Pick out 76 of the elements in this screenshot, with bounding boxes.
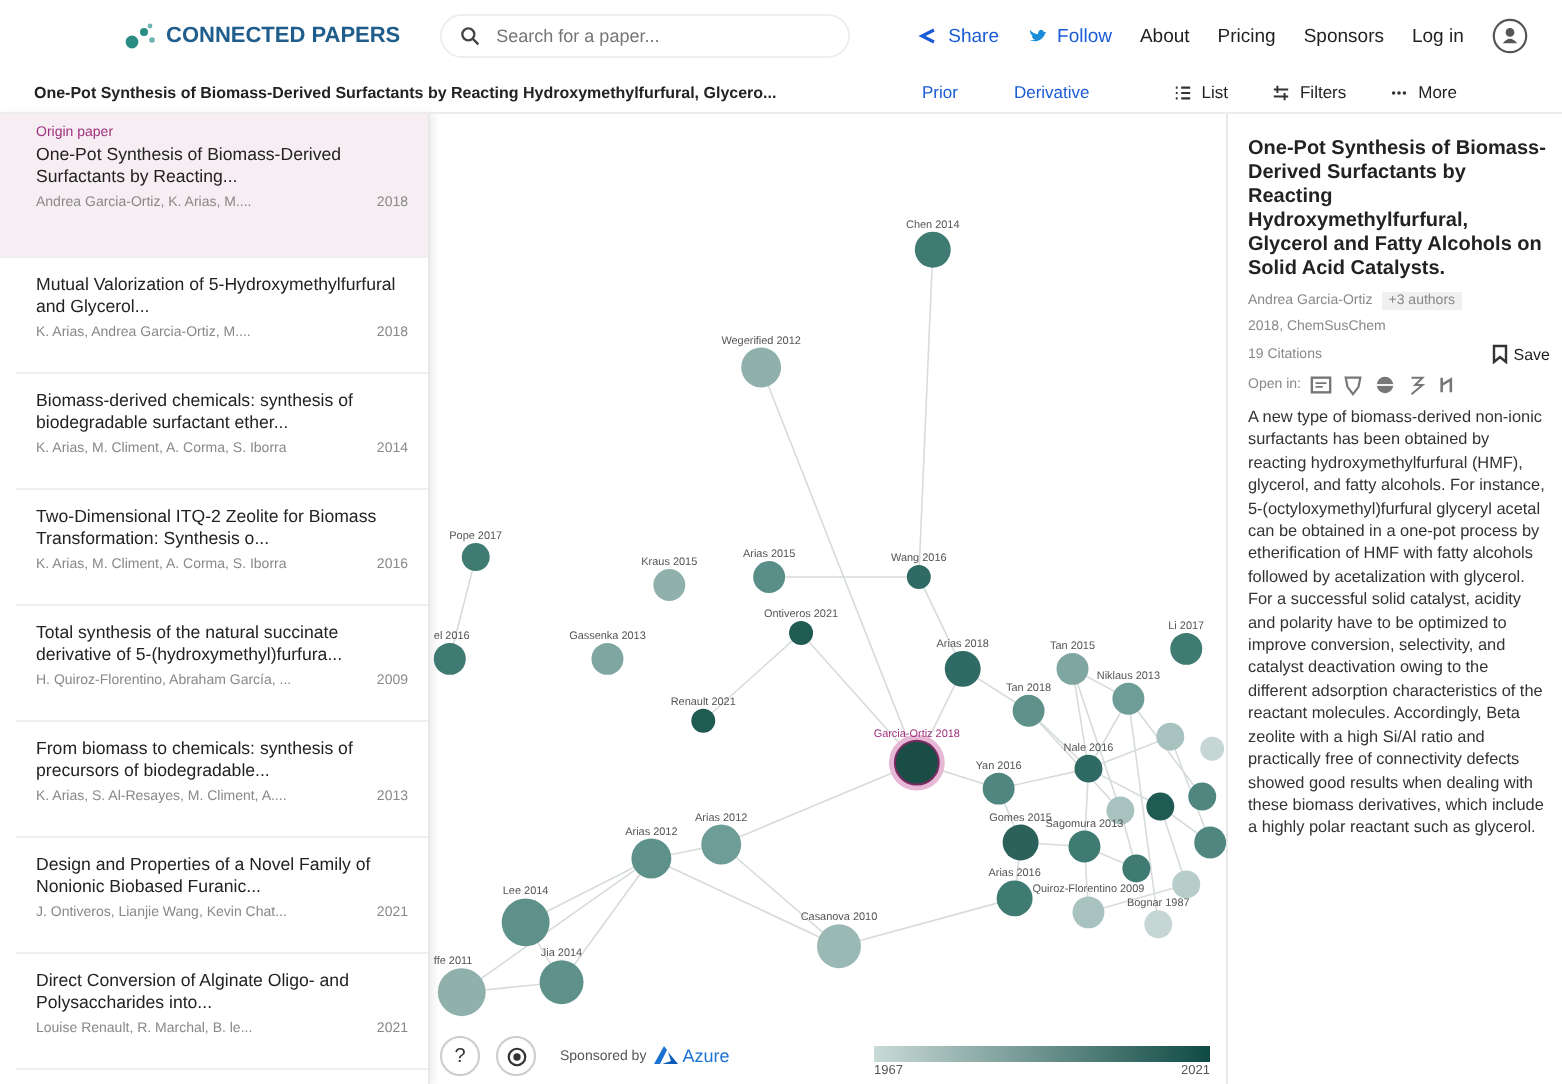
graph-node[interactable] xyxy=(944,650,981,687)
graph-node[interactable] xyxy=(1002,824,1039,861)
user-avatar-icon[interactable] xyxy=(1491,18,1528,54)
graph-node[interactable] xyxy=(1170,632,1203,665)
paper-title: Design and Properties of a Novel Family of Nonionic Biobased Furanic... xyxy=(36,854,373,898)
graph-node[interactable] xyxy=(982,772,1015,805)
share-icon xyxy=(918,26,939,46)
bird-icon xyxy=(1027,26,1048,46)
graph-node[interactable] xyxy=(433,642,466,675)
nav-link[interactable]: Log in xyxy=(1411,25,1464,47)
graph-node[interactable] xyxy=(1012,694,1045,727)
paper-title: Biomass-derived chemicals: synthesis of biodegradable surfactant ether... xyxy=(36,390,355,434)
nav-link[interactable]: Share xyxy=(918,25,1000,47)
document-icon[interactable] xyxy=(1310,374,1333,396)
graph-node[interactable] xyxy=(1112,682,1145,715)
target-icon xyxy=(505,1045,527,1067)
graph-node[interactable] xyxy=(539,960,584,1005)
graph-node[interactable] xyxy=(753,561,786,593)
graph-node[interactable] xyxy=(1122,854,1151,883)
help-button[interactable]: ? xyxy=(440,1036,480,1076)
graph-node[interactable] xyxy=(906,565,931,589)
graph-node[interactable] xyxy=(741,347,782,388)
recenter-button[interactable] xyxy=(496,1036,536,1076)
paper-detail-title: One-Pot Synthesis of Biomass-Derived Surfactants by Reacting Hydroxymethylfurfural, Glycerol and Fatty Alcohols on Solid Acid Catalysts. xyxy=(1248,138,1548,282)
graph-node[interactable] xyxy=(914,231,951,268)
graph-node[interactable] xyxy=(1056,652,1089,685)
graph-node[interactable] xyxy=(1144,910,1173,939)
graph-node[interactable] xyxy=(1172,870,1201,899)
graph-node[interactable] xyxy=(631,838,672,879)
paper-title: Two-Dimensional ITQ-2 Zeolite for Biomass Transformation: Synthesis o... xyxy=(36,506,379,550)
paper-title: Total synthesis of the natural succinate derivative of 5-(hydroxymethyl)furfura... xyxy=(36,622,345,666)
paper-title: One-Pot Synthesis of Biomass-Derived Surfactants by Reacting... xyxy=(36,144,344,188)
graph-node[interactable] xyxy=(1146,792,1175,821)
graph-node[interactable] xyxy=(591,642,624,675)
graph-direction-link[interactable]: Derivative xyxy=(1013,82,1090,102)
toolbar-action[interactable]: List xyxy=(1173,82,1228,102)
graph-node[interactable] xyxy=(1068,830,1101,863)
graph-node[interactable] xyxy=(437,968,486,1017)
search-icon xyxy=(460,26,481,46)
graph-node[interactable] xyxy=(1194,826,1226,859)
graph-node[interactable] xyxy=(996,880,1033,917)
graph-node[interactable] xyxy=(1156,722,1185,751)
save-link[interactable]: Save xyxy=(1491,344,1550,364)
paper-title: Mutual Valorization of 5-Hydroxymethylfurfural and Glycerol... xyxy=(36,274,398,318)
graph-node[interactable] xyxy=(817,924,861,969)
graph-node[interactable] xyxy=(701,824,742,865)
sliders-icon xyxy=(1271,83,1290,101)
graph-node[interactable] xyxy=(1200,736,1225,761)
paper-title: Direct Conversion of Alginate Oligo- and Polysaccharides into... xyxy=(36,970,351,1014)
logo-icon xyxy=(124,22,156,50)
nav-link[interactable]: Pricing xyxy=(1217,25,1276,47)
graph-node[interactable] xyxy=(1074,754,1103,783)
graph-title: One-Pot Synthesis of Biomass-Derived Surfactants by Reacting Hydroxymethylfurfural, Glycero... xyxy=(34,83,779,101)
azure-brand: Azure xyxy=(682,1046,730,1066)
graph-node[interactable] xyxy=(653,569,686,601)
toolbar-action[interactable]: Filters xyxy=(1271,82,1347,102)
globe-icon[interactable] xyxy=(1374,374,1397,396)
search-field[interactable]: Search for a paper... xyxy=(440,14,851,58)
logo-text: CONNECTED PAPERS xyxy=(166,24,401,48)
graph-node[interactable] xyxy=(691,708,716,733)
shield-icon[interactable] xyxy=(1342,374,1365,396)
graph-direction-link[interactable]: Prior xyxy=(922,82,958,102)
list-icon xyxy=(1173,83,1192,101)
azure-logo-icon xyxy=(654,1046,679,1066)
toolbar-action[interactable]: More xyxy=(1390,82,1457,102)
bookmark-icon xyxy=(1491,344,1508,364)
graph-node[interactable] xyxy=(501,898,550,947)
abstract-text: A new type of biomass-derived non-ionic surfactants has been obtained by reacting hydroxymethylfurfural (HMF), glycerol, and fatty alcohols. For instance, 5-(octyloxymethyl)furfural glyceryl acetal can be obtained in a one-pot process by etherification of HMF with fatty alcohols followed by acetalization with glycerol. For a successful solid catalyst, acidity and polarity have to be optimized to improve conversion, selectivity, and catalyst deactivation owing to the different adsorption characteristics of the reactant molecules. Accordingly, Beta zeolite with a high Si/Al ratio and practically free of connectivity defects showed good results when dealing with these biomass derivatives, which include a highly polar reactant such as glycerol. xyxy=(1248,406,1547,840)
nav-link[interactable]: About xyxy=(1139,25,1190,47)
graph-node[interactable] xyxy=(461,543,490,572)
paper-title: From biomass to chemicals: synthesis of precursors of biodegradable... xyxy=(36,738,355,782)
graph-node[interactable] xyxy=(1188,782,1217,811)
nav-link[interactable]: Follow xyxy=(1027,25,1112,47)
nav-link[interactable]: Sponsors xyxy=(1303,25,1384,47)
graph-node[interactable] xyxy=(789,620,814,645)
graph-node[interactable] xyxy=(1072,896,1105,929)
